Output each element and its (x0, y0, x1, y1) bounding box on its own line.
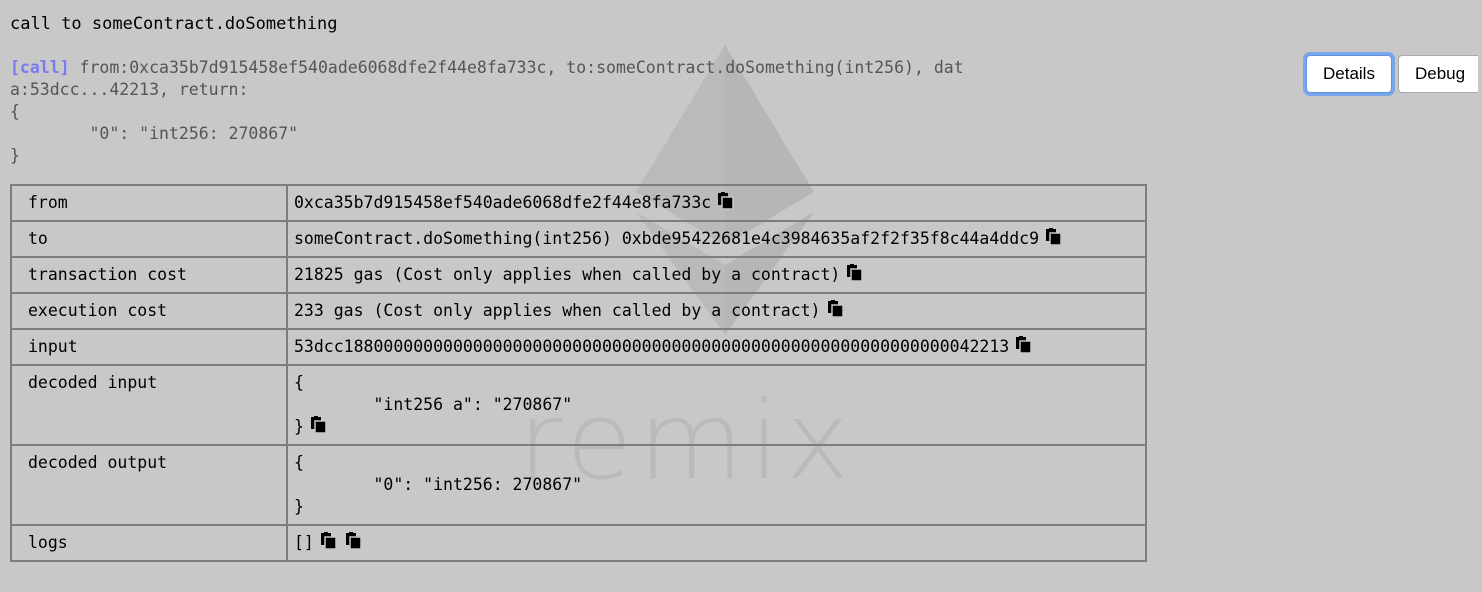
copy-icon[interactable] (846, 264, 864, 282)
table-row: transaction cost 21825 gas (Cost only ap… (10, 256, 1147, 294)
row-value: 233 gas (Cost only applies when called b… (286, 292, 1147, 330)
log-line: [call] from:0xca35b7d915458ef540ade6068d… (10, 58, 964, 77)
copy-icon[interactable] (827, 300, 844, 318)
table-row: input 53dcc18800000000000000000000000000… (10, 328, 1147, 366)
table-row: decoded output { "0": "int256: 270867" } (10, 444, 1147, 526)
copy-icon[interactable] (1045, 228, 1062, 246)
log-line: "0": "int256: 270867" (10, 124, 299, 143)
table-row: from 0xca35b7d915458ef540ade6068dfe2f44e… (10, 184, 1147, 222)
details-button[interactable]: Details (1306, 55, 1392, 93)
table-row: to someContract.doSomething(int256) 0xbd… (10, 220, 1147, 258)
copy-icon[interactable] (1015, 336, 1032, 354)
table-row: decoded input { "int256 a": "270867" } (10, 364, 1147, 446)
row-key: decoded output (10, 444, 288, 526)
row-value: { "int256 a": "270867" } (286, 364, 1147, 446)
row-key: execution cost (10, 292, 288, 330)
copy-icon[interactable] (320, 532, 337, 550)
log-line: } (10, 146, 20, 165)
row-value: [] (286, 524, 1147, 562)
row-value: 21825 gas (Cost only applies when called… (286, 256, 1147, 294)
copy-icon[interactable] (345, 532, 362, 550)
debug-button[interactable]: Debug (1397, 55, 1478, 93)
row-key: from (10, 184, 288, 222)
row-key: to (10, 220, 288, 258)
row-value: someContract.doSomething(int256) 0xbde95… (286, 220, 1147, 258)
log-actions: Details Debug (1306, 55, 1478, 93)
row-key: input (10, 328, 288, 366)
table-row: execution cost 233 gas (Cost only applie… (10, 292, 1147, 330)
row-key: logs (10, 524, 288, 562)
copy-icon[interactable] (310, 416, 327, 434)
table-row: logs [] (10, 524, 1147, 562)
log-line: { (10, 102, 20, 121)
call-title: call to someContract.doSomething (10, 14, 338, 34)
row-key: decoded input (10, 364, 288, 446)
copy-icon[interactable] (717, 192, 734, 210)
row-key: transaction cost (10, 256, 288, 294)
call-log[interactable]: [call] from:0xca35b7d915458ef540ade6068d… (10, 57, 1122, 167)
row-value: { "0": "int256: 270867" } (286, 444, 1147, 526)
call-tag: [call] (10, 58, 70, 77)
terminal-panel: remix call to someContract.doSomething [… (0, 0, 1482, 592)
transaction-details-table: from 0xca35b7d915458ef540ade6068dfe2f44e… (10, 184, 1147, 562)
row-value: 53dcc18800000000000000000000000000000000… (286, 328, 1147, 366)
log-line: a:53dcc...42213, return: (10, 80, 249, 99)
row-value: 0xca35b7d915458ef540ade6068dfe2f44e8fa73… (286, 184, 1147, 222)
